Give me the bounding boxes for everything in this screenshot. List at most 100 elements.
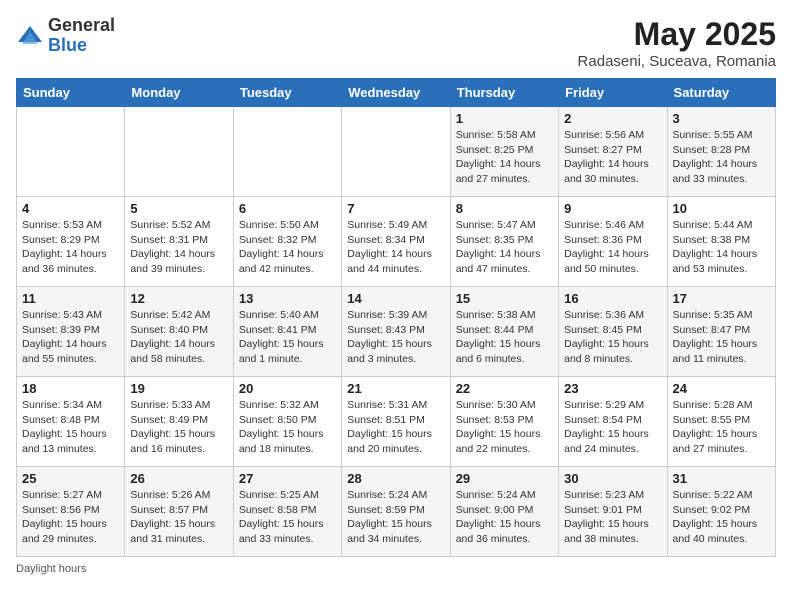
day-info: Sunrise: 5:22 AM Sunset: 9:02 PM Dayligh… <box>673 488 770 547</box>
calendar-cell: 4 Sunrise: 5:53 AM Sunset: 8:29 PM Daylig… <box>17 197 125 287</box>
day-number: 14 <box>347 291 444 306</box>
calendar-cell <box>342 107 450 197</box>
calendar-cell: 2 Sunrise: 5:56 AM Sunset: 8:27 PM Daylig… <box>559 107 667 197</box>
day-number: 3 <box>673 111 770 126</box>
calendar-cell: 9Sunrise: 5:46 AM Sunset: 8:36 PM Daylig… <box>559 197 667 287</box>
calendar-cell: 15Sunrise: 5:38 AM Sunset: 8:44 PM Dayli… <box>450 287 558 377</box>
calendar-cell: 18 Sunrise: 5:34 AM Sunset: 8:48 PM Dayli… <box>17 377 125 467</box>
calendar-cell: 21 Sunrise: 5:31 AM Sunset: 8:51 PM Dayli… <box>342 377 450 467</box>
day-info: Sunrise: 5:31 AM Sunset: 8:51 PM Dayligh… <box>347 398 444 457</box>
header-day-tuesday: Tuesday <box>233 79 341 107</box>
day-number: 24 <box>673 381 770 396</box>
calendar-header-row: SundayMondayTuesdayWednesdayThursdayFrid… <box>17 79 776 107</box>
day-number: 20 <box>239 381 336 396</box>
day-number: 28 <box>347 471 444 486</box>
day-info: Sunrise: 5:56 AM Sunset: 8:27 PM Dayligh… <box>564 128 661 187</box>
day-number: 12 <box>130 291 227 306</box>
calendar-cell: 29Sunrise: 5:24 AM Sunset: 9:00 PM Dayli… <box>450 467 558 557</box>
day-number: 13 <box>239 291 336 306</box>
day-number: 7 <box>347 201 444 216</box>
calendar-cell: 14 Sunrise: 5:39 AM Sunset: 8:43 PM Dayli… <box>342 287 450 377</box>
day-number: 31 <box>673 471 770 486</box>
calendar-week-3: 11Sunrise: 5:43 AM Sunset: 8:39 PM Dayli… <box>17 287 776 377</box>
day-info: Sunrise: 5:50 AM Sunset: 8:32 PM Dayligh… <box>239 218 336 277</box>
header-day-wednesday: Wednesday <box>342 79 450 107</box>
daylight-label: Daylight hours <box>16 563 86 575</box>
day-info: Sunrise: 5:30 AM Sunset: 8:53 PM Dayligh… <box>456 398 553 457</box>
calendar-cell: 13 Sunrise: 5:40 AM Sunset: 8:41 PM Dayli… <box>233 287 341 377</box>
calendar-week-2: 4 Sunrise: 5:53 AM Sunset: 8:29 PM Daylig… <box>17 197 776 287</box>
month-title: May 2025 <box>578 16 776 53</box>
day-info: Sunrise: 5:28 AM Sunset: 8:55 PM Dayligh… <box>673 398 770 457</box>
logo: General Blue <box>16 16 115 56</box>
calendar-cell <box>17 107 125 197</box>
calendar-cell: 8 Sunrise: 5:47 AM Sunset: 8:35 PM Daylig… <box>450 197 558 287</box>
day-number: 19 <box>130 381 227 396</box>
header: General Blue May 2025 Radaseni, Suceava,… <box>16 16 776 70</box>
header-day-monday: Monday <box>125 79 233 107</box>
calendar-cell: 22 Sunrise: 5:30 AM Sunset: 8:53 PM Dayli… <box>450 377 558 467</box>
day-info: Sunrise: 5:39 AM Sunset: 8:43 PM Dayligh… <box>347 308 444 367</box>
calendar-cell: 16 Sunrise: 5:36 AM Sunset: 8:45 PM Dayli… <box>559 287 667 377</box>
day-number: 16 <box>564 291 661 306</box>
calendar-cell: 17 Sunrise: 5:35 AM Sunset: 8:47 PM Dayli… <box>667 287 775 377</box>
day-info: Sunrise: 5:26 AM Sunset: 8:57 PM Dayligh… <box>130 488 227 547</box>
day-number: 22 <box>456 381 553 396</box>
day-number: 26 <box>130 471 227 486</box>
calendar-cell <box>125 107 233 197</box>
day-info: Sunrise: 5:53 AM Sunset: 8:29 PM Dayligh… <box>22 218 119 277</box>
day-number: 4 <box>22 201 119 216</box>
calendar-cell: 26 Sunrise: 5:26 AM Sunset: 8:57 PM Dayli… <box>125 467 233 557</box>
day-number: 30 <box>564 471 661 486</box>
calendar-cell: 7 Sunrise: 5:49 AM Sunset: 8:34 PM Daylig… <box>342 197 450 287</box>
logo-blue-text: Blue <box>48 36 115 56</box>
day-info: Sunrise: 5:58 AM Sunset: 8:25 PM Dayligh… <box>456 128 553 187</box>
calendar-cell: 19 Sunrise: 5:33 AM Sunset: 8:49 PM Dayli… <box>125 377 233 467</box>
day-info: Sunrise: 5:33 AM Sunset: 8:49 PM Dayligh… <box>130 398 227 457</box>
calendar-cell: 24 Sunrise: 5:28 AM Sunset: 8:55 PM Dayli… <box>667 377 775 467</box>
calendar-cell: 3 Sunrise: 5:55 AM Sunset: 8:28 PM Daylig… <box>667 107 775 197</box>
day-number: 6 <box>239 201 336 216</box>
day-number: 17 <box>673 291 770 306</box>
day-number: 5 <box>130 201 227 216</box>
day-info: Sunrise: 5:55 AM Sunset: 8:28 PM Dayligh… <box>673 128 770 187</box>
day-number: 29 <box>456 471 553 486</box>
calendar-cell: 12 Sunrise: 5:42 AM Sunset: 8:40 PM Dayli… <box>125 287 233 377</box>
day-number: 1 <box>456 111 553 126</box>
day-info: Sunrise: 5:25 AM Sunset: 8:58 PM Dayligh… <box>239 488 336 547</box>
day-info: Sunrise: 5:40 AM Sunset: 8:41 PM Dayligh… <box>239 308 336 367</box>
calendar-cell: 27 Sunrise: 5:25 AM Sunset: 8:58 PM Dayli… <box>233 467 341 557</box>
day-number: 11 <box>22 291 119 306</box>
day-number: 18 <box>22 381 119 396</box>
calendar-cell: 10Sunrise: 5:44 AM Sunset: 8:38 PM Dayli… <box>667 197 775 287</box>
day-info: Sunrise: 5:35 AM Sunset: 8:47 PM Dayligh… <box>673 308 770 367</box>
day-info: Sunrise: 5:38 AM Sunset: 8:44 PM Dayligh… <box>456 308 553 367</box>
day-number: 8 <box>456 201 553 216</box>
day-number: 9 <box>564 201 661 216</box>
calendar-cell: 28Sunrise: 5:24 AM Sunset: 8:59 PM Dayli… <box>342 467 450 557</box>
day-info: Sunrise: 5:34 AM Sunset: 8:48 PM Dayligh… <box>22 398 119 457</box>
day-info: Sunrise: 5:23 AM Sunset: 9:01 PM Dayligh… <box>564 488 661 547</box>
calendar-cell: 25Sunrise: 5:27 AM Sunset: 8:56 PM Dayli… <box>17 467 125 557</box>
calendar-cell: 1 Sunrise: 5:58 AM Sunset: 8:25 PM Daylig… <box>450 107 558 197</box>
calendar-cell: 31 Sunrise: 5:22 AM Sunset: 9:02 PM Dayli… <box>667 467 775 557</box>
day-number: 27 <box>239 471 336 486</box>
calendar-cell: 6 Sunrise: 5:50 AM Sunset: 8:32 PM Daylig… <box>233 197 341 287</box>
day-info: Sunrise: 5:36 AM Sunset: 8:45 PM Dayligh… <box>564 308 661 367</box>
logo-general-text: General <box>48 16 115 36</box>
day-number: 2 <box>564 111 661 126</box>
day-info: Sunrise: 5:49 AM Sunset: 8:34 PM Dayligh… <box>347 218 444 277</box>
calendar-cell: 20Sunrise: 5:32 AM Sunset: 8:50 PM Dayli… <box>233 377 341 467</box>
header-day-saturday: Saturday <box>667 79 775 107</box>
day-info: Sunrise: 5:42 AM Sunset: 8:40 PM Dayligh… <box>130 308 227 367</box>
day-number: 21 <box>347 381 444 396</box>
calendar-week-4: 18 Sunrise: 5:34 AM Sunset: 8:48 PM Dayli… <box>17 377 776 467</box>
location-title: Radaseni, Suceava, Romania <box>578 53 776 70</box>
calendar-cell: 30 Sunrise: 5:23 AM Sunset: 9:01 PM Dayli… <box>559 467 667 557</box>
day-info: Sunrise: 5:44 AM Sunset: 8:38 PM Dayligh… <box>673 218 770 277</box>
calendar-cell: 23Sunrise: 5:29 AM Sunset: 8:54 PM Dayli… <box>559 377 667 467</box>
logo-text: General Blue <box>48 16 115 56</box>
logo-icon <box>16 22 44 50</box>
day-info: Sunrise: 5:47 AM Sunset: 8:35 PM Dayligh… <box>456 218 553 277</box>
day-info: Sunrise: 5:27 AM Sunset: 8:56 PM Dayligh… <box>22 488 119 547</box>
